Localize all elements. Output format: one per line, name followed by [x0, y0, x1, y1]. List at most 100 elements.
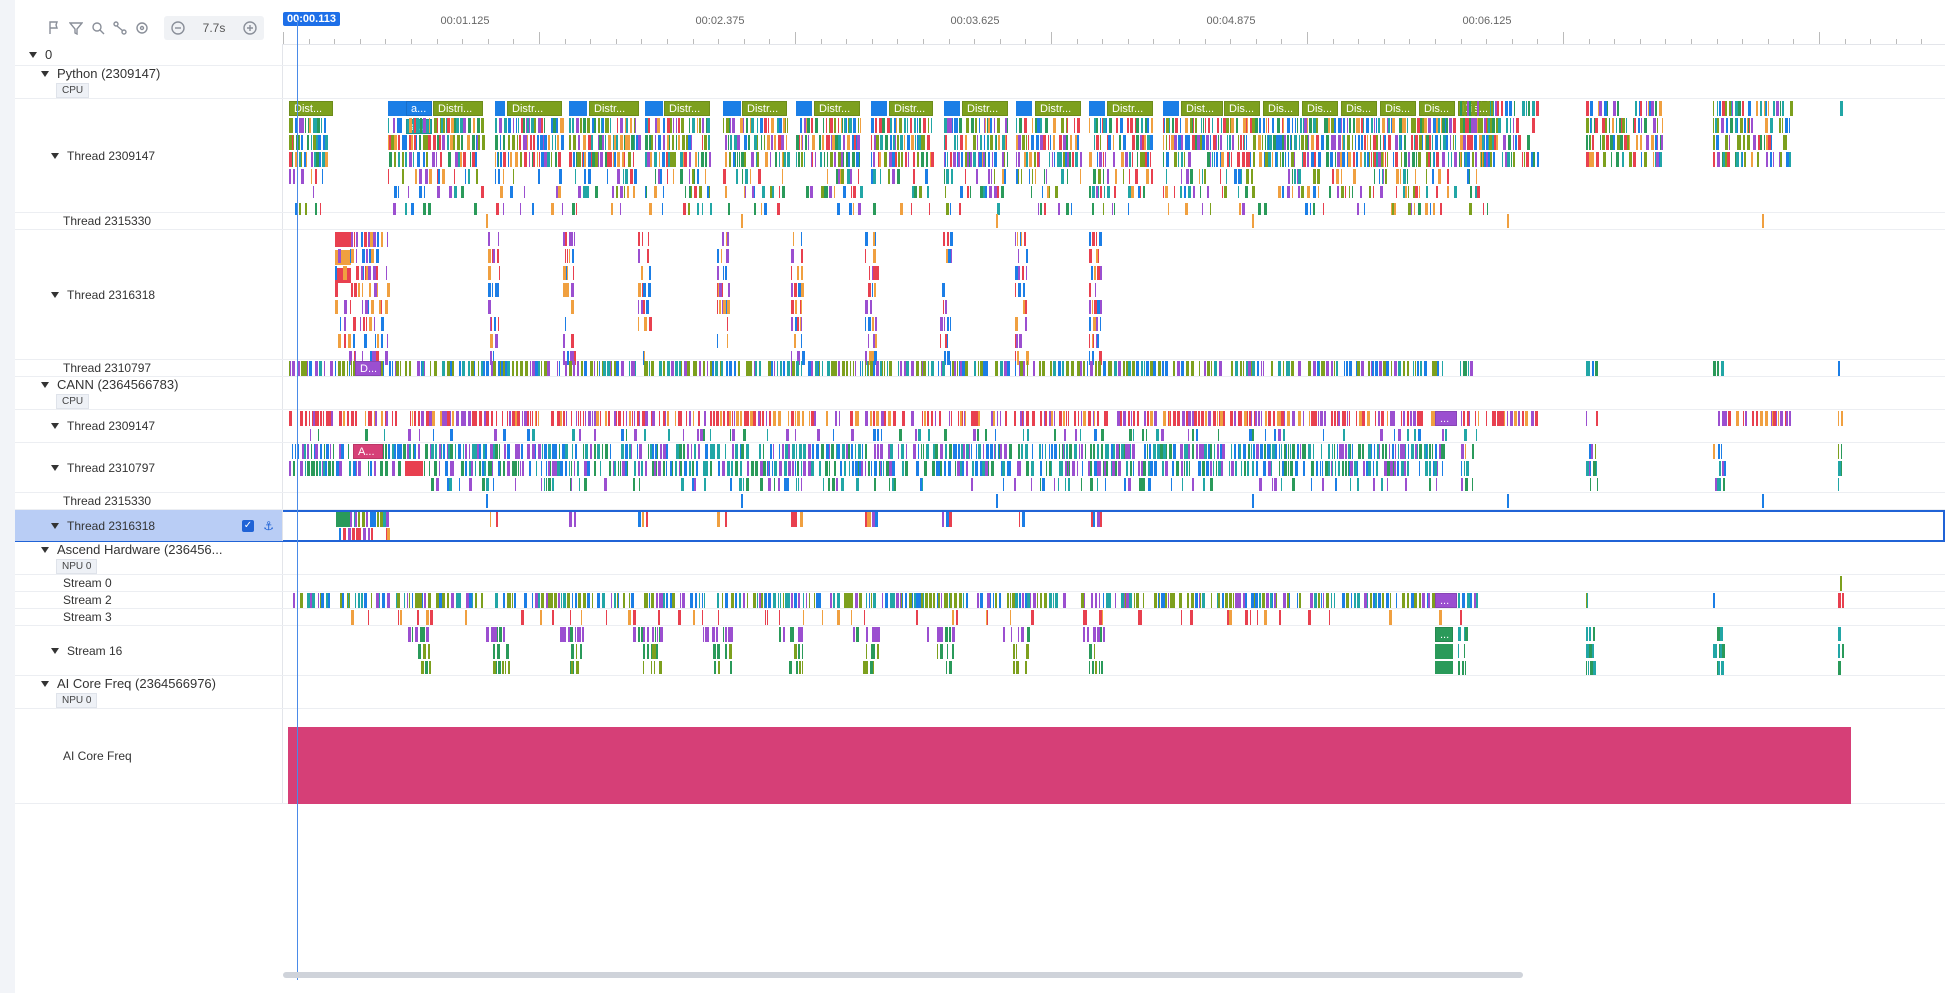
trace-slice[interactable] [829, 186, 832, 198]
trace-slice[interactable] [1469, 101, 1471, 116]
trace-slice[interactable] [311, 135, 312, 150]
trace-slice[interactable] [722, 461, 725, 476]
trace-slice[interactable] [1257, 118, 1258, 133]
trace-slice[interactable] [566, 232, 567, 246]
trace-slice[interactable] [424, 361, 425, 376]
trace-slice[interactable] [448, 152, 451, 167]
trace-slice[interactable] [629, 411, 631, 426]
trace-slice[interactable] [691, 186, 692, 198]
trace-slice[interactable] [725, 152, 727, 167]
trace-slice[interactable] [1024, 118, 1027, 133]
trace-slice[interactable] [1089, 118, 1090, 133]
trace-slice[interactable] [565, 249, 566, 263]
trace-slice[interactable] [834, 118, 836, 133]
trace-slice[interactable] [621, 429, 624, 441]
trace-slice[interactable] [1407, 118, 1408, 133]
trace-slice[interactable] [524, 152, 527, 167]
trace-slice[interactable] [666, 593, 668, 608]
trace-slice[interactable] [500, 186, 503, 198]
trace-slice[interactable] [851, 429, 854, 441]
trace-slice[interactable] [1490, 101, 1491, 116]
trace-slice[interactable] [513, 118, 514, 133]
trace-slice[interactable] [1068, 411, 1069, 426]
trace-slice[interactable] [649, 266, 651, 280]
lane-label[interactable]: Thread 2309147 [15, 99, 283, 212]
lane-track[interactable] [283, 709, 1945, 804]
trace-slice[interactable] [1419, 461, 1420, 476]
trace-slice[interactable] [484, 461, 486, 476]
trace-slice[interactable] [1318, 411, 1319, 426]
trace-slice[interactable] [759, 361, 761, 376]
trace-slice[interactable] [452, 361, 454, 376]
trace-slice[interactable] [938, 593, 940, 608]
trace-slice[interactable] [943, 232, 945, 246]
trace-slice[interactable] [573, 266, 574, 280]
trace-slice[interactable] [1586, 627, 1588, 641]
trace-slice[interactable] [864, 610, 865, 625]
trace-slice[interactable] [1137, 411, 1139, 426]
trace-slice[interactable] [1493, 101, 1494, 116]
trace-slice[interactable] [1736, 152, 1739, 167]
trace-slice[interactable] [1161, 429, 1164, 441]
trace-slice[interactable] [877, 429, 879, 441]
trace-slice[interactable] [797, 411, 800, 426]
trace-slice[interactable] [1180, 444, 1183, 459]
trace-slice[interactable] [1054, 444, 1057, 459]
trace-slice[interactable] [1061, 118, 1064, 133]
trace-slice[interactable] [763, 444, 764, 459]
trace-slice[interactable] [417, 152, 420, 167]
trace-slice[interactable] [988, 169, 990, 184]
trace-slice[interactable] [649, 317, 652, 331]
trace-slice[interactable] [1507, 494, 1509, 508]
trace-slice[interactable] [584, 361, 587, 376]
lane-thread[interactable]: Thread 2315330 [15, 213, 1945, 230]
trace-slice[interactable] [348, 528, 351, 540]
trace-slice[interactable] [552, 135, 553, 150]
trace-slice[interactable] [1350, 461, 1353, 476]
trace-slice[interactable] [1635, 101, 1637, 116]
trace-slice[interactable] [643, 644, 645, 659]
trace-slice[interactable] [1838, 444, 1839, 459]
trace-slice[interactable] [1018, 249, 1019, 263]
trace-slice[interactable] [1239, 444, 1241, 459]
trace-slice[interactable] [1515, 135, 1517, 150]
trace-slice[interactable] [873, 169, 876, 184]
trace-slice[interactable] [1273, 118, 1274, 133]
trace-slice[interactable] [573, 361, 575, 376]
lane-label[interactable]: Thread 2310797 [15, 443, 283, 492]
trace-slice[interactable] [1243, 361, 1244, 376]
trace-slice[interactable] [1171, 478, 1172, 491]
trace-slice[interactable] [386, 512, 389, 527]
trace-slice[interactable] [1287, 361, 1290, 376]
trace-slice[interactable] [1756, 101, 1758, 116]
trace-slice[interactable] [477, 118, 480, 133]
trace-slice[interactable] [1311, 478, 1312, 491]
trace-slice[interactable] [1313, 361, 1316, 376]
trace-slice[interactable] [1730, 118, 1733, 133]
trace-slice[interactable] [1405, 444, 1406, 459]
trace-slice[interactable] [801, 334, 802, 348]
trace-slice[interactable] [1266, 593, 1269, 608]
trace-slice[interactable] [1589, 627, 1591, 641]
trace-slice[interactable] [642, 232, 643, 246]
trace-slice[interactable] [806, 186, 809, 198]
trace-slice[interactable] [1436, 186, 1438, 198]
trace-slice[interactable] [324, 118, 326, 133]
trace-slice[interactable] [1116, 118, 1118, 133]
lane-counter[interactable]: AI Core Freq [15, 709, 1945, 804]
trace-slice[interactable] [698, 444, 700, 459]
trace-slice[interactable] [1321, 593, 1322, 608]
trace-slice[interactable] [947, 593, 948, 608]
trace-slice[interactable] [1404, 118, 1406, 133]
trace-slice[interactable] [716, 411, 719, 426]
trace-slice[interactable] [499, 627, 502, 642]
trace-slice[interactable] [1108, 135, 1111, 150]
trace-slice[interactable] [648, 444, 649, 459]
trace-slice[interactable] [1181, 461, 1183, 476]
trace-slice[interactable] [675, 361, 678, 376]
trace-slice[interactable] [1229, 152, 1230, 167]
trace-slice[interactable] [876, 135, 879, 150]
trace-slice[interactable] [423, 118, 426, 133]
trace-slice[interactable] [1303, 411, 1304, 426]
trace-slice[interactable] [892, 461, 895, 476]
